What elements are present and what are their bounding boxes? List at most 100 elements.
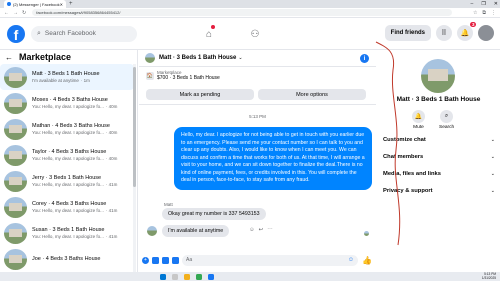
customize-chat-row[interactable]: Customize chat ⌄ <box>383 137 495 143</box>
address-bar[interactable]: facebook.com/messages/t/9058356864455412… <box>32 9 453 16</box>
maximize-button[interactable]: ❐ <box>481 1 485 7</box>
search-input[interactable]: ⌕ Search Facebook <box>31 25 137 42</box>
mute-button[interactable]: 🔔 Mute <box>412 110 425 130</box>
listing-actions: Mark as pending More options <box>146 89 366 100</box>
marketplace-icon: 🏠 <box>146 71 154 80</box>
back-arrow-icon[interactable]: ← <box>5 53 13 62</box>
row-label: Customize chat <box>383 137 426 143</box>
menu-grid-button[interactable]: ⠿ <box>436 25 452 41</box>
listing-thumbnail <box>4 222 27 244</box>
new-tab-button[interactable]: + <box>69 1 73 7</box>
incoming-message[interactable]: I'm available at anytime <box>162 225 230 237</box>
details-avatar[interactable] <box>421 59 455 93</box>
reload-icon[interactable]: ↻ <box>22 10 26 16</box>
back-arrow-icon[interactable]: ← <box>4 10 9 16</box>
conversation-title: Corey · 4 Beds 3 Baths House <box>32 201 107 207</box>
conversation-title: Joe · 4 Beds 3 Baths House <box>32 255 101 262</box>
message-input[interactable]: Aa ☺ <box>182 254 359 266</box>
search-label: Search <box>439 125 455 130</box>
sidebar-header: ← Marketplace <box>0 50 137 64</box>
facebook-header: f ⌕ Search Facebook ⌂ ⚇ Find friends ⠿ 🔔… <box>0 18 500 50</box>
thumbs-up-icon[interactable]: 👍 <box>362 256 372 265</box>
row-label: Chat members <box>383 154 424 160</box>
search-in-chat-button[interactable]: ⌕ Search <box>439 110 454 130</box>
chevron-down-icon: ⌄ <box>490 171 495 177</box>
taskbar-clock[interactable]: 5:13 PM 1/31/2025 <box>482 272 496 281</box>
listing-thumbnail <box>4 92 27 114</box>
incoming-message[interactable]: Okay great my number is 337 5493153 <box>162 208 266 220</box>
chat-avatar[interactable] <box>145 53 155 63</box>
conversation-title: Mathan · 4 Beds 3 Baths House <box>32 123 110 129</box>
clock-date: 1/31/2025 <box>481 275 496 280</box>
conversation-item[interactable]: Moses · 4 Beds 3 Baths House You: Hello,… <box>0 90 134 116</box>
sender-avatar[interactable] <box>147 226 157 236</box>
mark-as-pending-button[interactable]: Mark as pending <box>146 89 254 100</box>
conversation-item[interactable]: Joe · 4 Beds 3 Baths House <box>0 246 134 272</box>
message-composer: + Aa ☺ 👍 <box>139 252 376 268</box>
chat-header: Matt · 3 Beds 1 Bath House ⌄ i <box>139 50 376 67</box>
listing-thumbnail <box>4 144 27 166</box>
chevron-down-icon[interactable]: ⌄ <box>238 55 242 61</box>
browser-menu-icon[interactable]: ⋮ <box>491 10 496 16</box>
scrollbar-thumb[interactable] <box>133 67 136 187</box>
emoji-icon[interactable]: ☺ <box>348 257 354 263</box>
listing-thumbnail <box>4 118 27 140</box>
message-timestamp: 5:13 PM <box>249 114 266 119</box>
plus-icon[interactable]: + <box>142 256 149 264</box>
info-icon[interactable]: i <box>360 54 369 63</box>
nav-groups[interactable]: ⚇ <box>232 18 278 50</box>
conversation-time: · 41m <box>105 208 118 213</box>
details-name: Matt · 3 Beds 1 Bath House <box>396 96 481 103</box>
facebook-logo-icon[interactable]: f <box>7 24 25 43</box>
media-files-links-row[interactable]: Media, files and links ⌄ <box>383 171 495 177</box>
conversation-snippet: You: Hello, my dear. I apologize fo... <box>32 104 104 109</box>
find-friends-button[interactable]: Find friends <box>384 25 431 41</box>
minimize-button[interactable]: – <box>471 1 474 7</box>
extensions-icon[interactable]: ⧉ <box>482 10 486 16</box>
chrome-icon[interactable] <box>196 273 202 280</box>
conversation-item[interactable]: Mathan · 4 Beds 3 Baths House You: Hello… <box>0 116 134 142</box>
browser-toolbar: ← → ↻ facebook.com/messages/t/9058356864… <box>0 8 500 18</box>
browser-tab[interactable]: (2) Messenger | Facebook ✕ <box>4 0 66 8</box>
star-icon[interactable]: ☆ <box>473 10 477 16</box>
notifications-button[interactable]: 🔔 3 <box>457 22 476 41</box>
privacy-support-row[interactable]: Privacy & support ⌄ <box>383 188 495 194</box>
search-placeholder: Search Facebook <box>44 30 96 37</box>
forward-arrow-icon[interactable]: → <box>13 10 18 16</box>
file-explorer-icon[interactable] <box>184 273 190 280</box>
more-icon[interactable]: ⋯ <box>267 227 273 233</box>
marketplace-listing[interactable]: 🏠 Marketplace $700 · 3 Beds 1 Bath House <box>146 70 220 81</box>
header-right-actions: Find friends ⠿ 🔔 3 <box>384 22 494 41</box>
edge-icon[interactable] <box>208 273 214 280</box>
react-icon[interactable]: ☺ <box>249 227 255 233</box>
window-controls: – ❐ ✕ <box>471 0 498 8</box>
facebook-favicon-icon <box>7 2 11 6</box>
gif-icon[interactable] <box>172 256 179 264</box>
sticker-icon[interactable] <box>162 256 169 264</box>
chat-members-row[interactable]: Chat members ⌄ <box>383 154 495 160</box>
chevron-down-icon: ⌄ <box>490 137 495 143</box>
search-icon: ⌕ <box>37 29 41 37</box>
outgoing-message[interactable]: Hello, my dear. I apologize for not bein… <box>174 127 372 190</box>
conversation-item[interactable]: Corey · 4 Beds 3 Baths House You: Hello,… <box>0 194 134 220</box>
close-tab-icon[interactable]: ✕ <box>60 2 63 7</box>
conversation-sidebar: ← Marketplace Matt · 3 Beds 1 Bath House… <box>0 50 138 272</box>
more-options-button[interactable]: More options <box>258 89 366 100</box>
conversation-item[interactable]: Jerry · 3 Beds 1 Bath House You: Hello, … <box>0 168 134 194</box>
conversation-title: Jerry · 3 Beds 1 Bath House <box>32 175 102 181</box>
reply-icon[interactable]: ↩ <box>259 227 264 233</box>
url-text: facebook.com/messages/t/9058356864455412… <box>36 10 121 15</box>
chat-title[interactable]: Matt · 3 Beds 1 Bath House <box>159 55 236 61</box>
photo-icon[interactable] <box>152 256 159 264</box>
seen-avatar <box>364 231 369 236</box>
conversation-item[interactable]: Taylor · 4 Beds 3 Baths House You: Hello… <box>0 142 134 168</box>
nav-home[interactable]: ⌂ <box>186 18 232 50</box>
sidebar-scrollbar[interactable] <box>133 64 136 272</box>
windows-start-icon[interactable] <box>160 273 166 280</box>
listing-thumbnail <box>4 196 27 218</box>
search-icon[interactable] <box>172 273 178 280</box>
profile-avatar[interactable] <box>478 25 494 41</box>
close-window-button[interactable]: ✕ <box>494 1 498 7</box>
conversation-item[interactable]: Matt · 3 Beds 1 Bath House I'm available… <box>0 64 134 90</box>
conversation-item[interactable]: Susan · 3 Beds 1 Bath House You: Hello, … <box>0 220 134 246</box>
